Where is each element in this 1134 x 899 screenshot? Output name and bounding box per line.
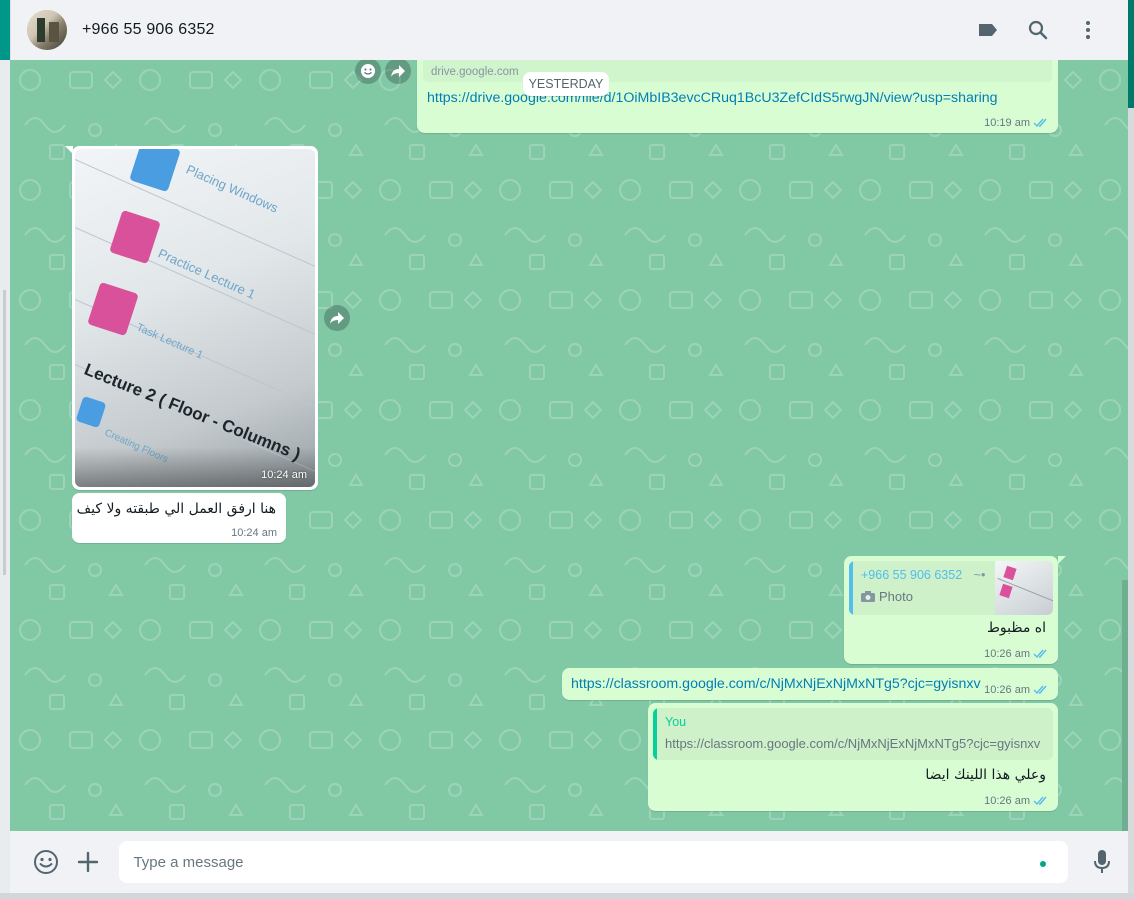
quoted-thumbnail <box>995 561 1053 615</box>
photo-thumbnail[interactable]: Placing Windows Practice Lecture 1 Task … <box>75 149 315 487</box>
message-time: 10:26 am <box>984 648 1030 660</box>
forward-icon <box>391 65 405 77</box>
camera-icon <box>861 591 875 602</box>
link-preview[interactable]: drive.google.com <box>423 60 1052 82</box>
classroom-link[interactable]: https://classroom.google.com/c/NjMxNjExN… <box>571 676 981 692</box>
status-dot <box>1040 861 1046 867</box>
chat-window: +966 55 906 6352 drive.google.com https:… <box>10 0 1128 899</box>
message-outgoing-classroom-link[interactable]: https://classroom.google.com/c/NjMxNjExN… <box>562 668 1058 700</box>
left-scrollbar[interactable] <box>3 290 6 575</box>
day-separator: YESTERDAY <box>523 72 609 96</box>
double-tick-icon <box>1033 796 1047 806</box>
menu-icon[interactable] <box>1076 18 1100 42</box>
contact-name[interactable]: +966 55 906 6352 <box>82 21 215 39</box>
double-tick-icon <box>1033 649 1047 659</box>
message-input[interactable] <box>119 841 1069 883</box>
quoted-author: You <box>665 715 687 729</box>
photo-text-2: Practice Lecture 1 <box>155 245 258 302</box>
message-incoming-text[interactable]: هنا ارفق العمل الي طبقته ولا كيف 10:24 a… <box>72 493 286 543</box>
message-text: اه مظبوط <box>986 620 1046 636</box>
header-actions <box>976 18 1112 42</box>
photo-doc-icon-blue-2 <box>75 395 107 429</box>
message-time: 10:19 am <box>984 117 1030 129</box>
quoted-author: +966 55 906 6352 <box>861 568 963 582</box>
message-meta: 10:26 am <box>984 648 1049 660</box>
message-meta: 10:26 am <box>984 684 1049 696</box>
bubble-tail <box>1058 556 1066 564</box>
double-tick-icon <box>1033 685 1047 695</box>
photo-time: 10:24 am <box>261 469 307 481</box>
message-incoming-photo[interactable]: Placing Windows Practice Lecture 1 Task … <box>72 146 318 490</box>
photo-doc-icon-pink <box>109 209 161 265</box>
forward-button-photo[interactable] <box>324 305 350 331</box>
double-tick-icon <box>1033 118 1047 128</box>
message-list[interactable]: drive.google.com https://drive.google.co… <box>10 60 1128 831</box>
chat-header: +966 55 906 6352 <box>10 0 1128 60</box>
photo-text-3: Task Lecture 1 <box>134 321 205 362</box>
quoted-text: https://classroom.google.com/c/NjMxNjExN… <box>665 736 1041 751</box>
emoji-icon <box>361 64 375 78</box>
message-meta: 10:19 am <box>984 117 1049 129</box>
window-bottom-bar <box>0 893 1134 899</box>
left-gutter <box>0 60 10 899</box>
forward-icon <box>330 312 344 324</box>
label-icon[interactable] <box>976 18 1000 42</box>
window-right-strip <box>1128 0 1134 108</box>
attach-plus-icon[interactable] <box>74 848 102 876</box>
message-outgoing-reply-2[interactable]: You https://classroom.google.com/c/NjMxN… <box>648 703 1058 811</box>
quoted-suffix: ~• <box>973 568 986 582</box>
message-outgoing-drive[interactable]: drive.google.com https://drive.google.co… <box>417 60 1058 133</box>
emoji-icon[interactable] <box>32 848 60 876</box>
photo-doc-icon-pink-2 <box>87 281 139 337</box>
link-preview-domain: drive.google.com <box>431 66 519 78</box>
message-outgoing-reply[interactable]: +966 55 906 6352 ~• Photo اه مظبوط 10:26… <box>844 556 1058 664</box>
quoted-type: Photo <box>879 589 913 604</box>
message-text: وعلي هذا اللينك ايضا <box>925 767 1046 783</box>
message-meta: 10:26 am <box>984 795 1049 807</box>
quoted-message[interactable]: +966 55 906 6352 ~• Photo <box>849 561 1053 615</box>
message-time: 10:24 am <box>231 527 277 539</box>
message-time: 10:26 am <box>984 684 1030 696</box>
mic-icon[interactable] <box>1088 848 1116 876</box>
search-icon[interactable] <box>1026 18 1050 42</box>
message-time: 10:26 am <box>984 795 1030 807</box>
photo-text-1: Placing Windows <box>183 161 281 216</box>
quoted-message[interactable]: You https://classroom.google.com/c/NjMxN… <box>653 708 1053 760</box>
compose-bar <box>10 831 1128 893</box>
avatar[interactable] <box>27 10 67 50</box>
drive-link[interactable]: https://drive.google.com/file/d/1OiMbIB3… <box>427 90 1047 106</box>
message-text: هنا ارفق العمل الي طبقته ولا كيف <box>76 501 276 517</box>
photo-shade <box>75 447 315 487</box>
chat-scrollbar[interactable] <box>1122 580 1128 831</box>
